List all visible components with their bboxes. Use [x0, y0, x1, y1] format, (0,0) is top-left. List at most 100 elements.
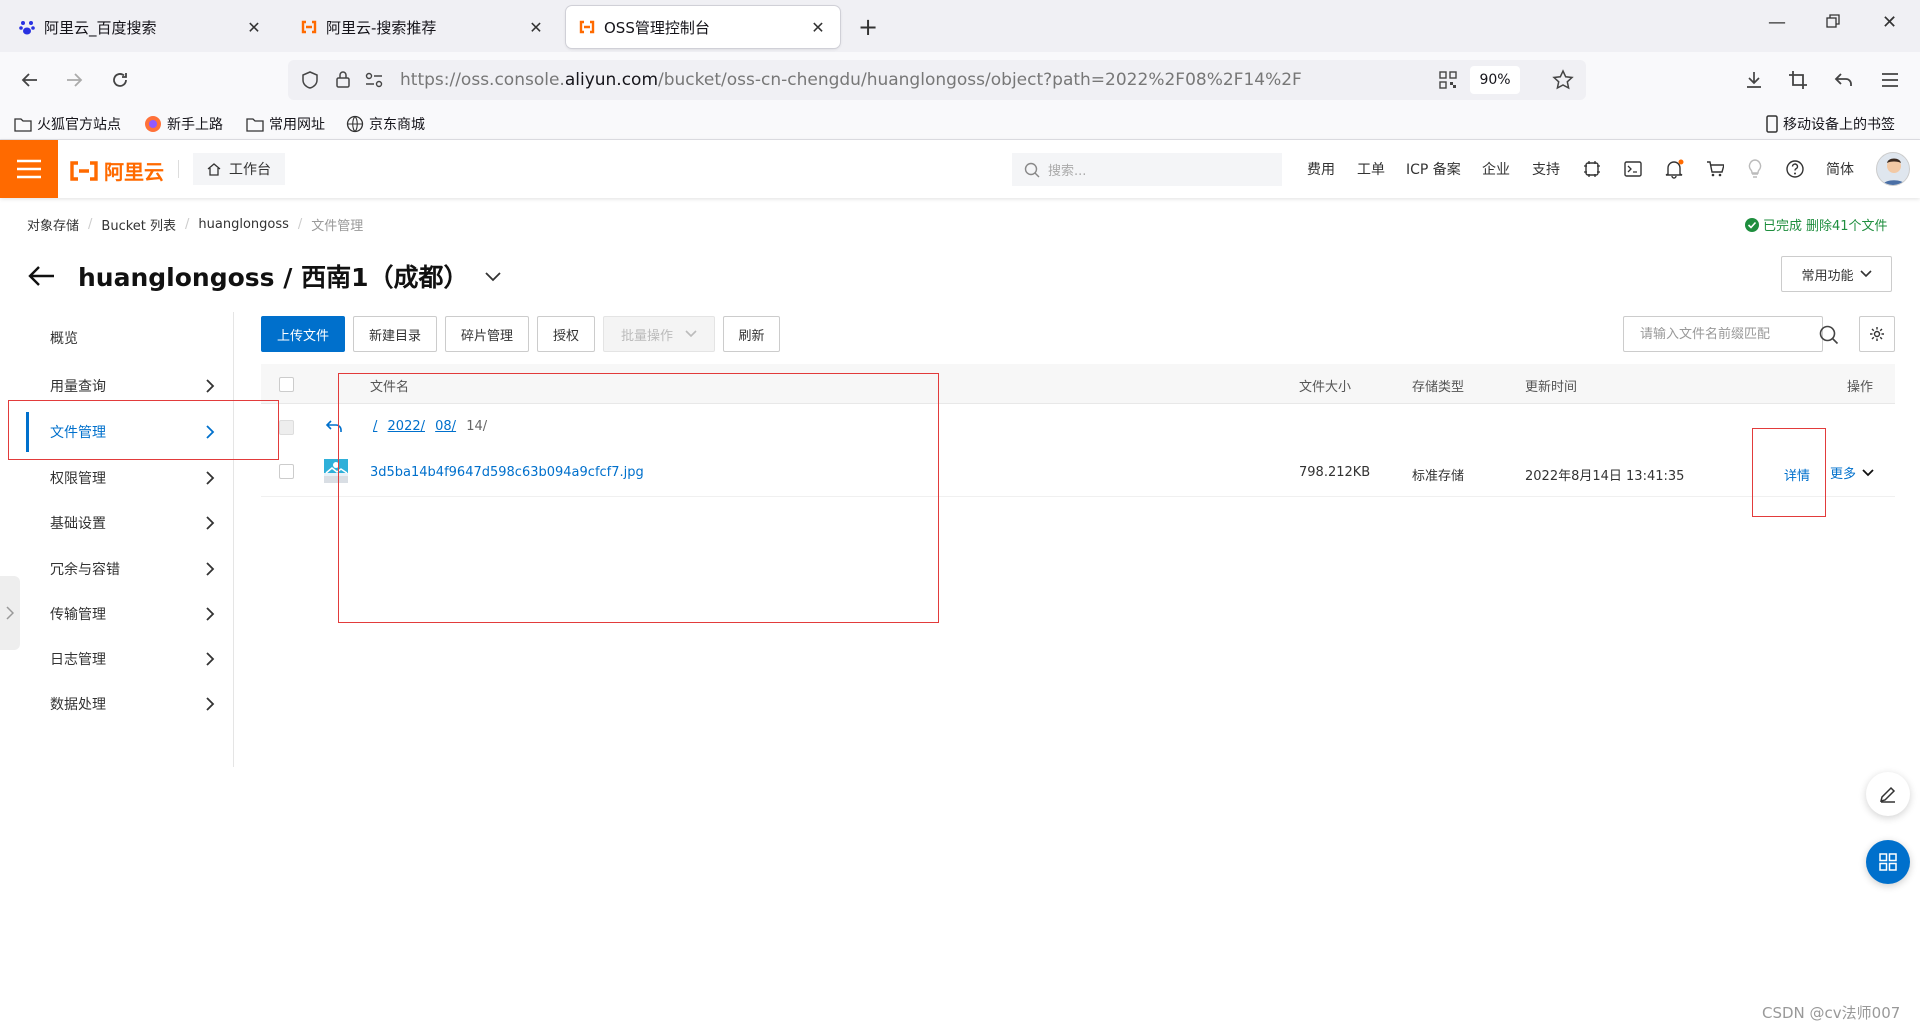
- menu-item-permissions[interactable]: 权限管理: [0, 458, 234, 498]
- breadcrumb-separator: /: [88, 217, 93, 232]
- shield-icon[interactable]: [300, 70, 320, 90]
- breadcrumb-separator: /: [297, 217, 303, 232]
- file-prefix-input[interactable]: [1640, 326, 1790, 342]
- browser-tab-oss-console[interactable]: OSS管理控制台 ✕: [566, 6, 840, 48]
- search-icon[interactable]: [1819, 325, 1839, 345]
- menu-item-overview[interactable]: 概览: [0, 318, 234, 358]
- download-icon[interactable]: [1738, 64, 1770, 96]
- browser-tab-baidu[interactable]: 阿里云_百度搜索 ✕: [6, 6, 276, 48]
- table-row: 3d5ba14b4f9647d598c63b094a9cfcf7.jpg 798…: [261, 452, 1895, 497]
- nav-support[interactable]: 支持: [1532, 159, 1560, 179]
- authorize-button[interactable]: 授权: [537, 316, 595, 352]
- fragment-management-button[interactable]: 碎片管理: [445, 316, 529, 352]
- menu-item-basic-settings[interactable]: 基础设置: [0, 503, 234, 543]
- path-year-link[interactable]: 2022/: [388, 419, 425, 434]
- permissions-icon[interactable]: [364, 71, 384, 89]
- menu-item-usage[interactable]: 用量查询: [0, 366, 234, 406]
- hamburger-menu-button[interactable]: [0, 140, 58, 198]
- lock-icon[interactable]: [334, 69, 352, 89]
- forward-button[interactable]: [58, 64, 90, 96]
- upload-file-button[interactable]: 上传文件: [261, 316, 345, 352]
- table-settings-button[interactable]: [1859, 316, 1895, 352]
- close-icon[interactable]: ✕: [244, 18, 264, 37]
- search-icon: [1024, 162, 1040, 177]
- minimize-button[interactable]: —: [1768, 12, 1786, 33]
- column-header-name: 文件名: [370, 380, 410, 395]
- menu-item-file-management[interactable]: 文件管理: [0, 412, 234, 452]
- restore-button[interactable]: [1826, 14, 1840, 28]
- back-button[interactable]: [14, 64, 46, 96]
- common-functions-button[interactable]: 常用功能: [1781, 256, 1892, 292]
- close-icon[interactable]: ✕: [526, 18, 546, 37]
- terminal-icon[interactable]: [1622, 158, 1644, 180]
- select-all-checkbox[interactable]: [279, 377, 294, 392]
- workbench-button[interactable]: 工作台: [193, 153, 285, 185]
- screenshot-icon[interactable]: [1782, 64, 1814, 96]
- qr-code-icon[interactable]: [1438, 70, 1458, 90]
- refresh-button[interactable]: 刷新: [723, 316, 780, 352]
- chevron-down-icon[interactable]: [484, 270, 502, 282]
- sidebar-collapse-handle[interactable]: [0, 576, 20, 650]
- bookmark-getting-started[interactable]: 新手上路: [144, 114, 223, 134]
- chevron-down-icon: [1859, 270, 1872, 278]
- help-icon[interactable]: [1784, 158, 1806, 180]
- url-bar[interactable]: https://oss.console.aliyun.com/bucket/os…: [288, 60, 1586, 100]
- menu-item-transfer[interactable]: 传输管理: [0, 594, 234, 634]
- path-month-link[interactable]: 08/: [435, 419, 456, 434]
- menu-item-data-processing[interactable]: 数据处理: [0, 684, 234, 724]
- lightbulb-icon[interactable]: [1744, 158, 1766, 180]
- breadcrumb-object-storage[interactable]: 对象存储: [27, 215, 79, 234]
- bookmark-common-sites[interactable]: 常用网址: [246, 114, 325, 134]
- detail-link[interactable]: 详情: [1784, 465, 1810, 484]
- menu-item-logs[interactable]: 日志管理: [0, 639, 234, 679]
- path-root-link[interactable]: /: [373, 419, 377, 434]
- column-header-storage: 存储类型: [1412, 380, 1465, 395]
- nav-icp[interactable]: ICP 备案: [1406, 159, 1461, 179]
- breadcrumb-bucket-list[interactable]: Bucket 列表: [101, 215, 176, 234]
- nav-fees[interactable]: 费用: [1307, 159, 1335, 179]
- chevron-right-icon: [206, 562, 215, 576]
- chevron-right-icon: [206, 697, 215, 711]
- more-actions-dropdown[interactable]: 更多: [1830, 463, 1874, 482]
- chevron-right-icon: [206, 516, 215, 530]
- bell-icon[interactable]: [1663, 158, 1685, 180]
- row-checkbox[interactable]: [279, 464, 294, 479]
- new-tab-button[interactable]: +: [858, 13, 878, 41]
- divider: [178, 160, 179, 178]
- close-icon[interactable]: ✕: [808, 18, 828, 37]
- file-name-link[interactable]: 3d5ba14b4f9647d598c63b094a9cfcf7.jpg: [370, 465, 644, 480]
- file-size: 798.212KB: [1299, 465, 1371, 480]
- column-header-updated[interactable]: 更新时间: [1525, 376, 1577, 395]
- path-current: 14/: [466, 419, 488, 434]
- console-search-input[interactable]: 搜索...: [1012, 153, 1282, 186]
- back-to-parent-icon[interactable]: [325, 418, 343, 434]
- star-icon[interactable]: [1552, 69, 1574, 91]
- file-search-input[interactable]: [1623, 316, 1823, 352]
- new-directory-button[interactable]: 新建目录: [353, 316, 437, 352]
- apps-float-button[interactable]: [1866, 840, 1910, 884]
- undo-icon[interactable]: [1828, 64, 1860, 96]
- language-switch[interactable]: 简体: [1826, 159, 1854, 179]
- bookmark-jd[interactable]: 京东商城: [346, 114, 425, 134]
- reload-button[interactable]: [104, 64, 136, 96]
- bookmark-firefox[interactable]: 火狐官方站点: [14, 114, 121, 134]
- menu-item-redundancy[interactable]: 冗余与容错: [0, 549, 234, 589]
- nav-tickets[interactable]: 工单: [1357, 159, 1385, 179]
- window-close-button[interactable]: ✕: [1882, 12, 1897, 33]
- avatar[interactable]: [1876, 152, 1910, 186]
- cart-icon[interactable]: [1704, 158, 1726, 180]
- back-arrow-icon[interactable]: [28, 265, 56, 287]
- menu-icon[interactable]: [1874, 64, 1906, 96]
- task-status[interactable]: 已完成 删除41个文件: [1745, 215, 1888, 234]
- browser-tab-aliyun-search[interactable]: 阿里云-搜索推荐 ✕: [288, 6, 558, 48]
- nav-enterprise[interactable]: 企业: [1482, 159, 1510, 179]
- aliyun-logo[interactable]: 阿里云: [68, 156, 164, 185]
- zoom-level-badge[interactable]: 90%: [1470, 66, 1520, 94]
- batch-operation-button[interactable]: 批量操作: [603, 316, 715, 352]
- edit-float-button[interactable]: [1866, 772, 1910, 816]
- bookmark-mobile[interactable]: 移动设备上的书签: [1766, 114, 1895, 134]
- url-text[interactable]: https://oss.console.aliyun.com/bucket/os…: [400, 70, 1302, 90]
- app-icon[interactable]: [1581, 158, 1603, 180]
- breadcrumb-bucket[interactable]: huanglongoss: [198, 217, 289, 232]
- column-header-size[interactable]: 文件大小: [1299, 376, 1351, 395]
